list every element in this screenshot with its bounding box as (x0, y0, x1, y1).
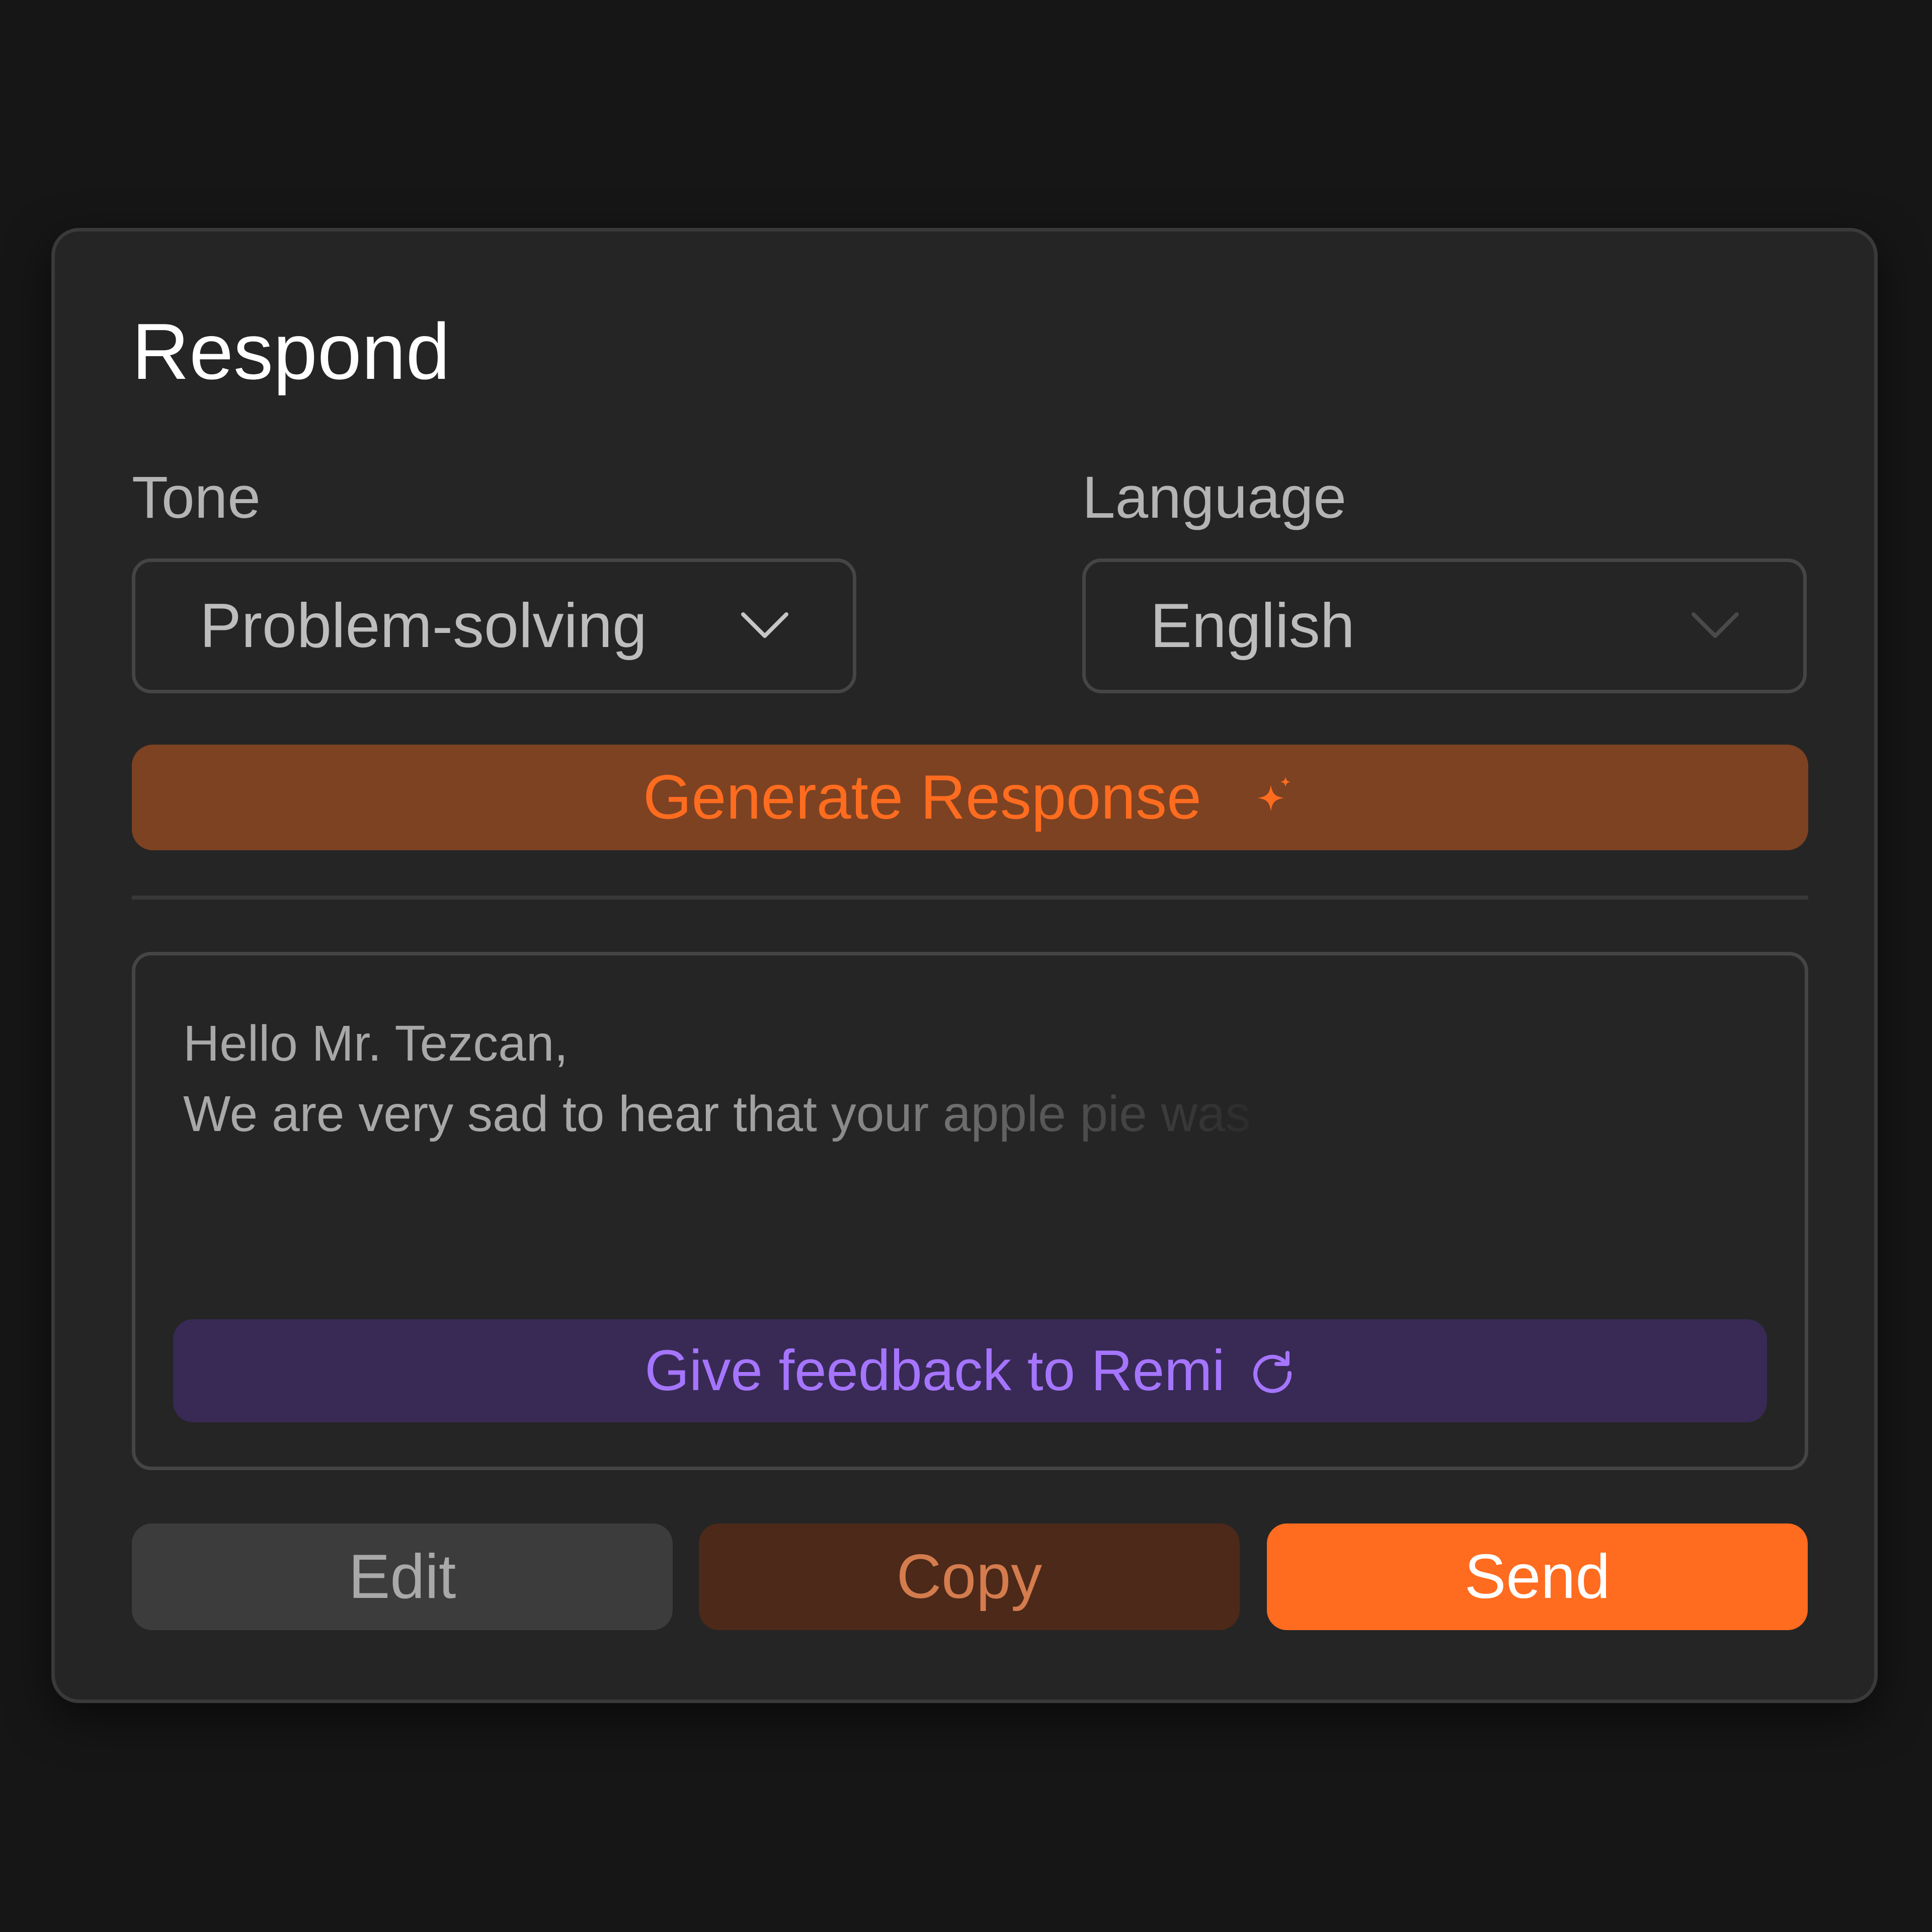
language-select[interactable]: English (1082, 558, 1807, 693)
language-label: Language (1082, 464, 1347, 531)
respond-panel: Respond Tone Language Problem-solving En… (51, 228, 1878, 1703)
section-divider (132, 896, 1808, 900)
edit-button[interactable]: Edit (132, 1523, 673, 1630)
send-button[interactable]: Send (1267, 1523, 1808, 1630)
copy-button[interactable]: Copy (699, 1523, 1240, 1630)
response-text: Hello Mr. Tezcan, We are very sad to hea… (183, 1008, 1340, 1149)
tone-select-value: Problem-solving (200, 591, 648, 661)
refresh-icon (1253, 1350, 1292, 1393)
response-box[interactable]: Hello Mr. Tezcan, We are very sad to hea… (132, 952, 1808, 1470)
chevron-down-icon (1692, 612, 1739, 638)
response-line: Hello Mr. Tezcan, (183, 1015, 569, 1072)
generate-response-button[interactable]: Generate Response (132, 745, 1808, 850)
generate-response-label: Generate Response (643, 763, 1201, 832)
give-feedback-button[interactable]: Give feedback to Remi (173, 1319, 1767, 1422)
sparkle-icon (1257, 777, 1291, 811)
response-line: We are very sad to hear that your apple … (183, 1086, 1251, 1142)
language-select-value: English (1150, 591, 1355, 661)
give-feedback-label: Give feedback to Remi (645, 1338, 1225, 1403)
panel-title: Respond (132, 307, 450, 396)
tone-select[interactable]: Problem-solving (132, 558, 856, 693)
chevron-down-icon (741, 612, 788, 638)
tone-label: Tone (132, 464, 261, 531)
